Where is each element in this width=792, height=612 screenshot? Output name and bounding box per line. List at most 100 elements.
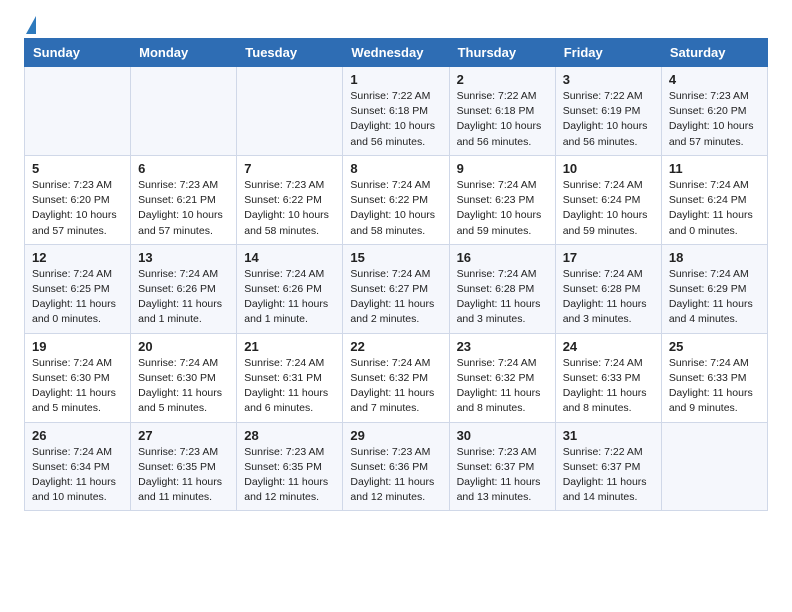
day-info: Sunrise: 7:22 AM Sunset: 6:18 PM Dayligh… <box>457 89 548 150</box>
day-number: 25 <box>669 339 760 354</box>
day-number: 11 <box>669 161 760 176</box>
day-cell: 26 Sunrise: 7:24 AM Sunset: 6:34 PM Dayli… <box>25 422 131 511</box>
day-number: 27 <box>138 428 229 443</box>
day-number: 22 <box>350 339 441 354</box>
day-number: 30 <box>457 428 548 443</box>
day-number: 4 <box>669 72 760 87</box>
day-info: Sunrise: 7:24 AM Sunset: 6:33 PM Dayligh… <box>563 356 654 417</box>
day-cell: 23 Sunrise: 7:24 AM Sunset: 6:32 PM Dayli… <box>449 333 555 422</box>
day-cell: 31 Sunrise: 7:22 AM Sunset: 6:37 PM Dayli… <box>555 422 661 511</box>
day-info: Sunrise: 7:22 AM Sunset: 6:19 PM Dayligh… <box>563 89 654 150</box>
day-info: Sunrise: 7:24 AM Sunset: 6:26 PM Dayligh… <box>138 267 229 328</box>
day-info: Sunrise: 7:24 AM Sunset: 6:26 PM Dayligh… <box>244 267 335 328</box>
day-info: Sunrise: 7:24 AM Sunset: 6:33 PM Dayligh… <box>669 356 760 417</box>
day-number: 7 <box>244 161 335 176</box>
day-cell: 10Sunrise: 7:24 AM Sunset: 6:24 PM Dayli… <box>555 155 661 244</box>
day-info: Sunrise: 7:22 AM Sunset: 6:37 PM Dayligh… <box>563 445 654 506</box>
day-number: 6 <box>138 161 229 176</box>
day-number: 1 <box>350 72 441 87</box>
day-cell: 3 Sunrise: 7:22 AM Sunset: 6:19 PM Daylig… <box>555 67 661 156</box>
day-cell <box>237 67 343 156</box>
day-info: Sunrise: 7:22 AM Sunset: 6:18 PM Dayligh… <box>350 89 441 150</box>
day-number: 16 <box>457 250 548 265</box>
day-number: 15 <box>350 250 441 265</box>
day-info: Sunrise: 7:24 AM Sunset: 6:23 PM Dayligh… <box>457 178 548 239</box>
day-info: Sunrise: 7:24 AM Sunset: 6:28 PM Dayligh… <box>563 267 654 328</box>
day-info: Sunrise: 7:24 AM Sunset: 6:32 PM Dayligh… <box>457 356 548 417</box>
day-number: 28 <box>244 428 335 443</box>
day-cell: 22 Sunrise: 7:24 AM Sunset: 6:32 PM Dayli… <box>343 333 449 422</box>
day-cell: 4 Sunrise: 7:23 AM Sunset: 6:20 PM Daylig… <box>661 67 767 156</box>
day-number: 14 <box>244 250 335 265</box>
day-info: Sunrise: 7:24 AM Sunset: 6:30 PM Dayligh… <box>138 356 229 417</box>
day-number: 5 <box>32 161 123 176</box>
day-info: Sunrise: 7:23 AM Sunset: 6:20 PM Dayligh… <box>32 178 123 239</box>
day-cell: 2 Sunrise: 7:22 AM Sunset: 6:18 PM Daylig… <box>449 67 555 156</box>
day-number: 10 <box>563 161 654 176</box>
weekday-header-saturday: Saturday <box>661 39 767 67</box>
day-info: Sunrise: 7:24 AM Sunset: 6:27 PM Dayligh… <box>350 267 441 328</box>
weekday-header-wednesday: Wednesday <box>343 39 449 67</box>
day-cell: 9 Sunrise: 7:24 AM Sunset: 6:23 PM Daylig… <box>449 155 555 244</box>
day-number: 20 <box>138 339 229 354</box>
day-cell: 11 Sunrise: 7:24 AM Sunset: 6:24 PM Dayli… <box>661 155 767 244</box>
day-info: Sunrise: 7:23 AM Sunset: 6:22 PM Dayligh… <box>244 178 335 239</box>
day-cell <box>131 67 237 156</box>
week-row-3: 12Sunrise: 7:24 AM Sunset: 6:25 PM Dayli… <box>25 244 768 333</box>
day-cell: 16Sunrise: 7:24 AM Sunset: 6:28 PM Dayli… <box>449 244 555 333</box>
day-number: 9 <box>457 161 548 176</box>
day-number: 2 <box>457 72 548 87</box>
day-number: 12 <box>32 250 123 265</box>
day-cell: 8 Sunrise: 7:24 AM Sunset: 6:22 PM Daylig… <box>343 155 449 244</box>
day-info: Sunrise: 7:23 AM Sunset: 6:21 PM Dayligh… <box>138 178 229 239</box>
week-row-1: 1 Sunrise: 7:22 AM Sunset: 6:18 PM Daylig… <box>25 67 768 156</box>
calendar-table: SundayMondayTuesdayWednesdayThursdayFrid… <box>24 38 768 511</box>
day-cell: 13Sunrise: 7:24 AM Sunset: 6:26 PM Dayli… <box>131 244 237 333</box>
header <box>24 18 768 30</box>
day-info: Sunrise: 7:23 AM Sunset: 6:20 PM Dayligh… <box>669 89 760 150</box>
day-number: 3 <box>563 72 654 87</box>
weekday-header-tuesday: Tuesday <box>237 39 343 67</box>
day-info: Sunrise: 7:23 AM Sunset: 6:37 PM Dayligh… <box>457 445 548 506</box>
calendar-container: SundayMondayTuesdayWednesdayThursdayFrid… <box>0 0 792 529</box>
day-number: 8 <box>350 161 441 176</box>
day-number: 24 <box>563 339 654 354</box>
day-number: 26 <box>32 428 123 443</box>
day-cell: 14 Sunrise: 7:24 AM Sunset: 6:26 PM Dayli… <box>237 244 343 333</box>
day-cell: 28Sunrise: 7:23 AM Sunset: 6:35 PM Dayli… <box>237 422 343 511</box>
day-info: Sunrise: 7:24 AM Sunset: 6:30 PM Dayligh… <box>32 356 123 417</box>
day-info: Sunrise: 7:24 AM Sunset: 6:22 PM Dayligh… <box>350 178 441 239</box>
day-cell <box>661 422 767 511</box>
day-info: Sunrise: 7:24 AM Sunset: 6:31 PM Dayligh… <box>244 356 335 417</box>
day-cell: 18 Sunrise: 7:24 AM Sunset: 6:29 PM Dayli… <box>661 244 767 333</box>
weekday-header-friday: Friday <box>555 39 661 67</box>
day-cell: 17 Sunrise: 7:24 AM Sunset: 6:28 PM Dayli… <box>555 244 661 333</box>
day-cell: 21Sunrise: 7:24 AM Sunset: 6:31 PM Dayli… <box>237 333 343 422</box>
day-cell: 6 Sunrise: 7:23 AM Sunset: 6:21 PM Daylig… <box>131 155 237 244</box>
day-cell: 12Sunrise: 7:24 AM Sunset: 6:25 PM Dayli… <box>25 244 131 333</box>
week-row-5: 26 Sunrise: 7:24 AM Sunset: 6:34 PM Dayli… <box>25 422 768 511</box>
day-info: Sunrise: 7:24 AM Sunset: 6:29 PM Dayligh… <box>669 267 760 328</box>
day-number: 23 <box>457 339 548 354</box>
day-cell: 15 Sunrise: 7:24 AM Sunset: 6:27 PM Dayli… <box>343 244 449 333</box>
day-number: 19 <box>32 339 123 354</box>
day-number: 18 <box>669 250 760 265</box>
day-info: Sunrise: 7:24 AM Sunset: 6:32 PM Dayligh… <box>350 356 441 417</box>
day-number: 31 <box>563 428 654 443</box>
day-cell: 24 Sunrise: 7:24 AM Sunset: 6:33 PM Dayli… <box>555 333 661 422</box>
day-cell: 1 Sunrise: 7:22 AM Sunset: 6:18 PM Daylig… <box>343 67 449 156</box>
logo-triangle-icon <box>26 16 36 34</box>
day-cell: 20 Sunrise: 7:24 AM Sunset: 6:30 PM Dayli… <box>131 333 237 422</box>
weekday-header-row: SundayMondayTuesdayWednesdayThursdayFrid… <box>25 39 768 67</box>
day-cell: 5 Sunrise: 7:23 AM Sunset: 6:20 PM Daylig… <box>25 155 131 244</box>
day-cell: 30 Sunrise: 7:23 AM Sunset: 6:37 PM Dayli… <box>449 422 555 511</box>
day-info: Sunrise: 7:23 AM Sunset: 6:36 PM Dayligh… <box>350 445 441 506</box>
day-cell: 25 Sunrise: 7:24 AM Sunset: 6:33 PM Dayli… <box>661 333 767 422</box>
day-info: Sunrise: 7:24 AM Sunset: 6:34 PM Dayligh… <box>32 445 123 506</box>
weekday-header-sunday: Sunday <box>25 39 131 67</box>
day-cell: 29 Sunrise: 7:23 AM Sunset: 6:36 PM Dayli… <box>343 422 449 511</box>
day-number: 29 <box>350 428 441 443</box>
day-number: 17 <box>563 250 654 265</box>
day-info: Sunrise: 7:24 AM Sunset: 6:24 PM Dayligh… <box>669 178 760 239</box>
day-cell: 19 Sunrise: 7:24 AM Sunset: 6:30 PM Dayli… <box>25 333 131 422</box>
